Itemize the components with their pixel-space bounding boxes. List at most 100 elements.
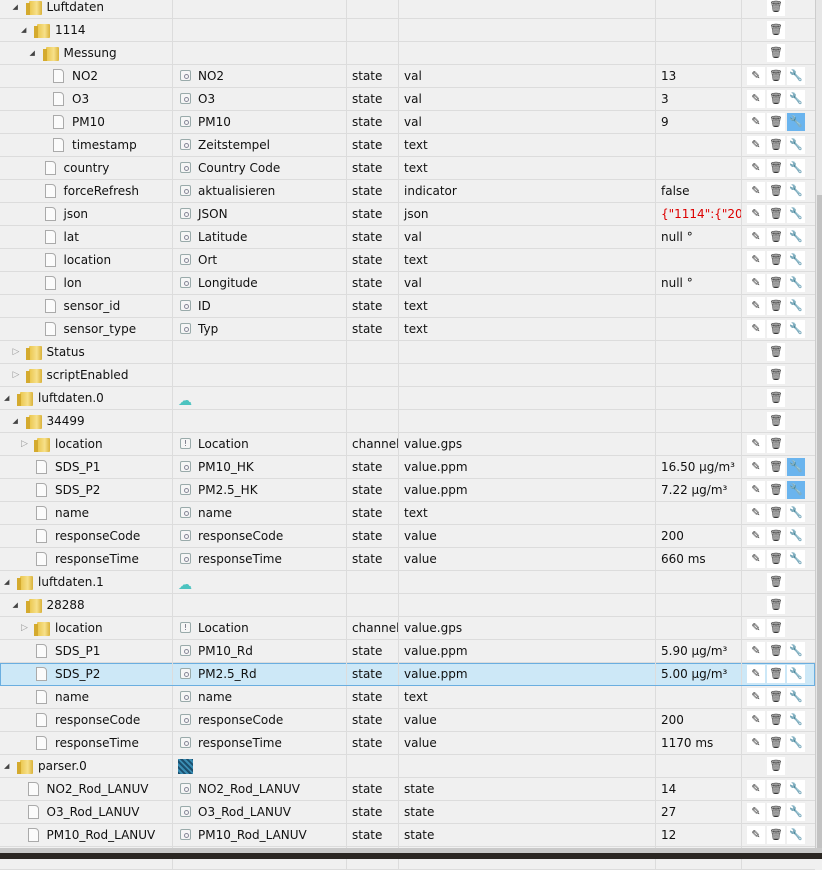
expanded-arrow-icon[interactable]: ◢ bbox=[13, 410, 18, 432]
table-row[interactable]: country Country Code state text ✎ 🗑 🔧 bbox=[0, 157, 815, 180]
edit-button[interactable]: ✎ bbox=[747, 274, 765, 292]
collapsed-arrow-icon[interactable]: ▷ bbox=[13, 364, 20, 386]
wrench-settings-button[interactable]: 🔧 bbox=[787, 159, 805, 177]
delete-button[interactable]: 🗑 bbox=[767, 711, 785, 729]
table-row[interactable]: responseTime responseTime state value 1170 m… bbox=[0, 732, 815, 755]
edit-button[interactable]: ✎ bbox=[747, 734, 765, 752]
expanded-arrow-icon[interactable]: ◢ bbox=[13, 0, 18, 18]
collapsed-arrow-icon[interactable]: ▷ bbox=[21, 433, 28, 455]
delete-button[interactable]: 🗑 bbox=[767, 550, 785, 568]
table-row[interactable]: ▷ location! Location channel value.gps ✎ 🗑 bbox=[0, 433, 815, 456]
wrench-settings-button[interactable]: 🔧 bbox=[787, 688, 805, 706]
delete-button[interactable]: 🗑 bbox=[767, 44, 785, 62]
edit-button[interactable]: ✎ bbox=[747, 527, 765, 545]
table-row[interactable]: responseCode responseCode state value 200 ✎ 🗑 🔧 bbox=[0, 525, 815, 548]
expanded-arrow-icon[interactable]: ◢ bbox=[30, 42, 35, 64]
wrench-settings-button[interactable]: 🔧 bbox=[787, 527, 805, 545]
wrench-settings-button[interactable]: 🔧 bbox=[787, 274, 805, 292]
table-row[interactable]: ▷ scriptEnabled 🗑 bbox=[0, 364, 815, 387]
edit-button[interactable]: ✎ bbox=[747, 481, 765, 499]
delete-button[interactable]: 🗑 bbox=[767, 297, 785, 315]
table-row[interactable]: O3_Rod_LANUV O3_Rod_LANUV state state 27 ✎ 🗑 🔧 bbox=[0, 801, 815, 824]
table-row[interactable]: ◢ Messung 🗑 bbox=[0, 42, 815, 65]
edit-button[interactable]: ✎ bbox=[747, 619, 765, 637]
table-row[interactable]: ◢ parser.0 🗑 bbox=[0, 755, 815, 778]
table-row[interactable]: PM10_Rod_LANUV PM10_Rod_LANUV state state 12… bbox=[0, 824, 815, 847]
delete-button[interactable]: 🗑 bbox=[767, 596, 785, 614]
edit-button[interactable]: ✎ bbox=[747, 665, 765, 683]
delete-button[interactable]: 🗑 bbox=[767, 21, 785, 39]
edit-button[interactable]: ✎ bbox=[747, 458, 765, 476]
wrench-settings-button[interactable]: 🔧 bbox=[787, 826, 805, 844]
table-row[interactable]: json JSON state json {"1114":{"201 ✎ 🗑 🔧 bbox=[0, 203, 815, 226]
delete-button[interactable]: 🗑 bbox=[767, 320, 785, 338]
expanded-arrow-icon[interactable]: ◢ bbox=[4, 755, 9, 777]
wrench-settings-button[interactable]: 🔧 bbox=[787, 182, 805, 200]
table-row[interactable]: location Ort state text ✎ 🗑 🔧 bbox=[0, 249, 815, 272]
edit-button[interactable]: ✎ bbox=[747, 711, 765, 729]
table-row[interactable]: ◢ 1114 🗑 bbox=[0, 19, 815, 42]
wrench-settings-button[interactable]: 🔧 bbox=[787, 113, 805, 131]
expanded-arrow-icon[interactable]: ◢ bbox=[13, 594, 18, 616]
delete-button[interactable]: 🗑 bbox=[767, 67, 785, 85]
edit-button[interactable]: ✎ bbox=[747, 182, 765, 200]
wrench-settings-button[interactable]: 🔧 bbox=[787, 780, 805, 798]
wrench-settings-button[interactable]: 🔧 bbox=[787, 228, 805, 246]
edit-button[interactable]: ✎ bbox=[747, 159, 765, 177]
table-row[interactable]: ▷ Status 🗑 bbox=[0, 341, 815, 364]
wrench-settings-button[interactable]: 🔧 bbox=[787, 136, 805, 154]
table-row[interactable]: lon Longitude state val null ° ✎ 🗑 🔧 bbox=[0, 272, 815, 295]
table-row[interactable]: timestamp Zeitstempel state text ✎ 🗑 🔧 bbox=[0, 134, 815, 157]
collapsed-arrow-icon[interactable]: ▷ bbox=[13, 341, 20, 363]
expanded-arrow-icon[interactable]: ◢ bbox=[21, 19, 26, 41]
wrench-settings-button[interactable]: 🔧 bbox=[787, 251, 805, 269]
table-row[interactable]: sensor_type Typ state text ✎ 🗑 🔧 bbox=[0, 318, 815, 341]
edit-button[interactable]: ✎ bbox=[747, 688, 765, 706]
edit-button[interactable]: ✎ bbox=[747, 803, 765, 821]
delete-button[interactable]: 🗑 bbox=[767, 734, 785, 752]
table-row[interactable]: forceRefresh aktualisieren state indicator f… bbox=[0, 180, 815, 203]
edit-button[interactable]: ✎ bbox=[747, 90, 765, 108]
wrench-settings-button[interactable]: 🔧 bbox=[787, 504, 805, 522]
collapsed-arrow-icon[interactable]: ▷ bbox=[21, 617, 28, 639]
table-row[interactable]: SDS_P2 PM2.5_Rd state value.ppm 5.00 µg/m³ ✎ 🗑… bbox=[0, 663, 815, 686]
edit-button[interactable]: ✎ bbox=[747, 504, 765, 522]
table-row[interactable]: ◢ 28288 🗑 bbox=[0, 594, 815, 617]
delete-button[interactable]: 🗑 bbox=[767, 228, 785, 246]
wrench-settings-button[interactable]: 🔧 bbox=[787, 481, 805, 499]
table-row[interactable]: SDS_P1 PM10_HK state value.ppm 16.50 µg/m³ ✎ 🗑… bbox=[0, 456, 815, 479]
edit-button[interactable]: ✎ bbox=[747, 205, 765, 223]
delete-button[interactable]: 🗑 bbox=[767, 113, 785, 131]
delete-button[interactable]: 🗑 bbox=[767, 435, 785, 453]
edit-button[interactable]: ✎ bbox=[747, 320, 765, 338]
wrench-settings-button[interactable]: 🔧 bbox=[787, 642, 805, 660]
table-row[interactable]: SDS_P2 PM2.5_HK state value.ppm 7.22 µg/m³ ✎ 🗑… bbox=[0, 479, 815, 502]
delete-button[interactable]: 🗑 bbox=[767, 0, 785, 16]
edit-button[interactable]: ✎ bbox=[747, 826, 765, 844]
delete-button[interactable]: 🗑 bbox=[767, 481, 785, 499]
edit-button[interactable]: ✎ bbox=[747, 780, 765, 798]
wrench-settings-button[interactable]: 🔧 bbox=[787, 803, 805, 821]
table-row[interactable]: ◢ luftdaten.0 ☁ 🗑 bbox=[0, 387, 815, 410]
expanded-arrow-icon[interactable]: ◢ bbox=[4, 387, 9, 409]
delete-button[interactable]: 🗑 bbox=[767, 826, 785, 844]
table-row[interactable]: ▷ location! Location channel value.gps ✎ 🗑 bbox=[0, 617, 815, 640]
delete-button[interactable]: 🗑 bbox=[767, 90, 785, 108]
delete-button[interactable]: 🗑 bbox=[767, 780, 785, 798]
table-row[interactable]: O3 O3 state val 3 ✎ 🗑 🔧 bbox=[0, 88, 815, 111]
scrollbar-thumb[interactable] bbox=[817, 195, 822, 848]
table-row[interactable]: responseTime responseTime state value 660 ms… bbox=[0, 548, 815, 571]
delete-button[interactable]: 🗑 bbox=[767, 366, 785, 384]
edit-button[interactable]: ✎ bbox=[747, 228, 765, 246]
delete-button[interactable]: 🗑 bbox=[767, 389, 785, 407]
wrench-settings-button[interactable]: 🔧 bbox=[787, 67, 805, 85]
delete-button[interactable]: 🗑 bbox=[767, 136, 785, 154]
wrench-settings-button[interactable]: 🔧 bbox=[787, 550, 805, 568]
table-row[interactable]: SDS_P1 PM10_Rd state value.ppm 5.90 µg/m³ ✎ 🗑 🔧 bbox=[0, 640, 815, 663]
edit-button[interactable]: ✎ bbox=[747, 251, 765, 269]
edit-button[interactable]: ✎ bbox=[747, 435, 765, 453]
wrench-settings-button[interactable]: 🔧 bbox=[787, 297, 805, 315]
edit-button[interactable]: ✎ bbox=[747, 67, 765, 85]
delete-button[interactable]: 🗑 bbox=[767, 688, 785, 706]
delete-button[interactable]: 🗑 bbox=[767, 642, 785, 660]
